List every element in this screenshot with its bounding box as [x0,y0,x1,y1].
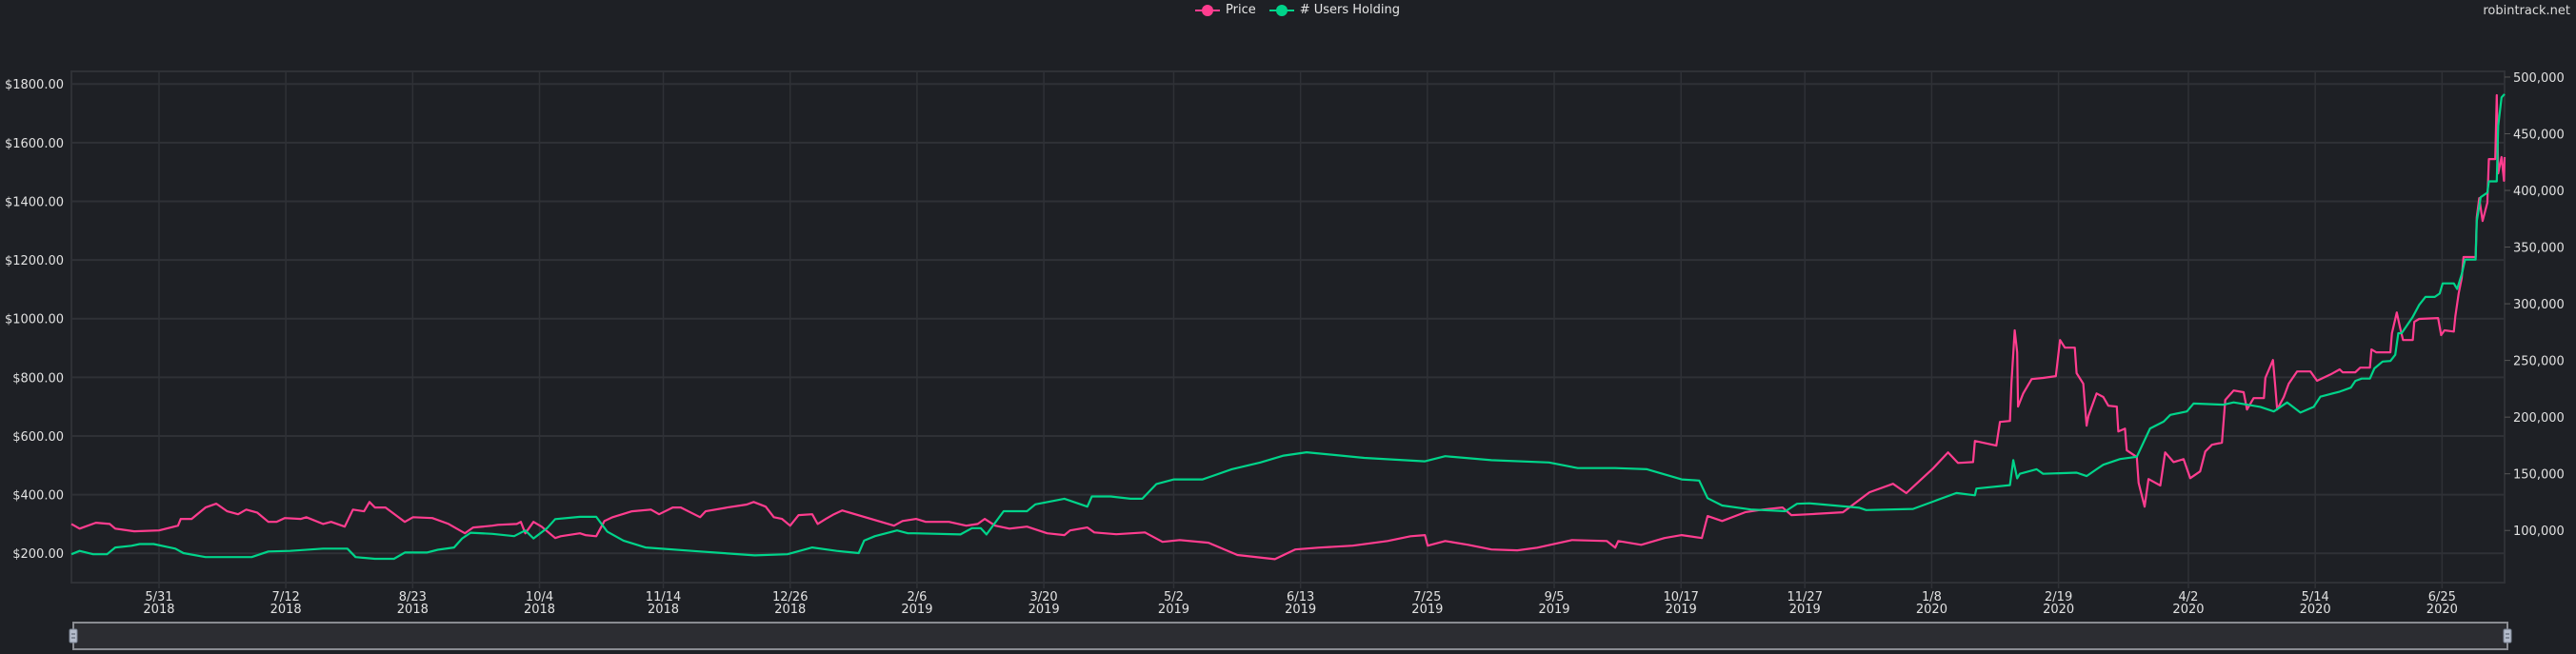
right-tick-label: 500,000 [2513,71,2565,86]
price-line [70,93,2506,561]
navigator[interactable] [69,622,2512,650]
x-tick-year: 2019 [901,603,932,617]
left-tick-label: $1400.00 [5,195,64,209]
plot-border [70,70,2506,584]
x-tick-year: 2018 [648,603,679,617]
x-tick-year: 2018 [143,603,174,617]
right-tick-label: 150,000 [2513,468,2565,483]
x-tick-year: 2019 [1666,603,1697,617]
grid [70,70,2506,588]
series-layer [70,93,2506,561]
grip-handle-icon[interactable] [2503,628,2512,644]
x-tick-year: 2019 [1158,603,1189,617]
navigator-range[interactable] [72,622,2508,650]
left-tick-label: $1600.00 [5,137,64,151]
chart: $200.00 $400.00 $600.00 $800.00 $1000.00 $120… [5,70,2565,650]
x-tick-year: 2018 [270,603,302,617]
navigator-left-handle[interactable] [69,628,78,644]
x-tick-year: 2020 [2043,603,2074,617]
right-tick-label: 100,000 [2513,525,2565,539]
grip-handle-icon[interactable] [69,628,78,644]
x-tick-year: 2019 [1285,603,1316,617]
x-tick-year: 2019 [1538,603,1569,617]
navigator-right-handle[interactable] [2503,628,2512,644]
x-tick-year: 2019 [1789,603,1821,617]
x-tick-year: 2019 [1028,603,1060,617]
left-tick-label: $1200.00 [5,254,64,268]
x-tick-year: 2018 [774,603,806,617]
axes: $200.00 $400.00 $600.00 $800.00 $1000.00 $120… [5,71,2565,617]
right-tick-label: 400,000 [2513,185,2565,199]
left-tick-label: $1000.00 [5,313,64,327]
right-tick-label: 450,000 [2513,128,2565,142]
right-tick-label: 350,000 [2513,242,2565,256]
left-tick-label: $200.00 [12,547,64,562]
x-tick-year: 2020 [2300,603,2331,617]
x-tick-year: 2020 [1916,603,1947,617]
x-tick-year: 2018 [397,603,429,617]
left-tick-label: $800.00 [12,371,64,386]
x-tick-year: 2020 [2172,603,2204,617]
left-tick-label: $600.00 [12,430,64,445]
left-tick-label: $400.00 [12,489,64,504]
right-tick-label: 300,000 [2513,298,2565,312]
x-tick-year: 2019 [1411,603,1443,617]
right-tick-label: 200,000 [2513,411,2565,426]
right-tick-label: 250,000 [2513,355,2565,369]
left-tick-label: $1800.00 [5,78,64,92]
x-tick-year: 2020 [2426,603,2458,617]
x-tick-year: 2018 [524,603,555,617]
